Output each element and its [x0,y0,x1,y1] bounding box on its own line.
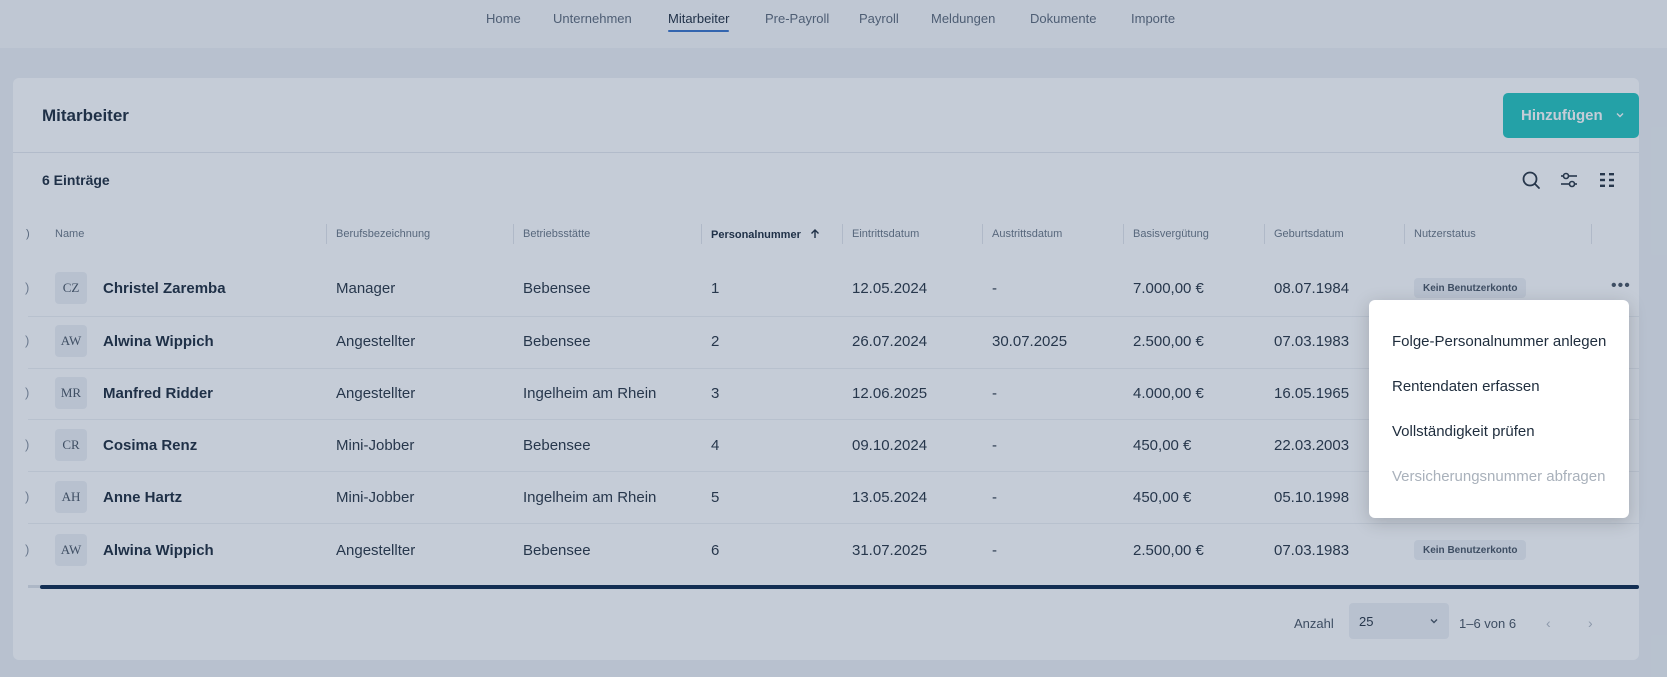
row-actions-menu: Folge-Personalnummer anlegen Rentendaten… [1369,300,1629,518]
menu-item-rentendaten[interactable]: Rentendaten erfassen [1392,378,1540,395]
menu-item-folge-personalnummer[interactable]: Folge-Personalnummer anlegen [1392,333,1606,350]
menu-item-vollstaendigkeit[interactable]: Vollständigkeit prüfen [1392,423,1535,440]
menu-item-versicherungsnummer: Versicherungsnummer abfragen [1392,468,1606,485]
